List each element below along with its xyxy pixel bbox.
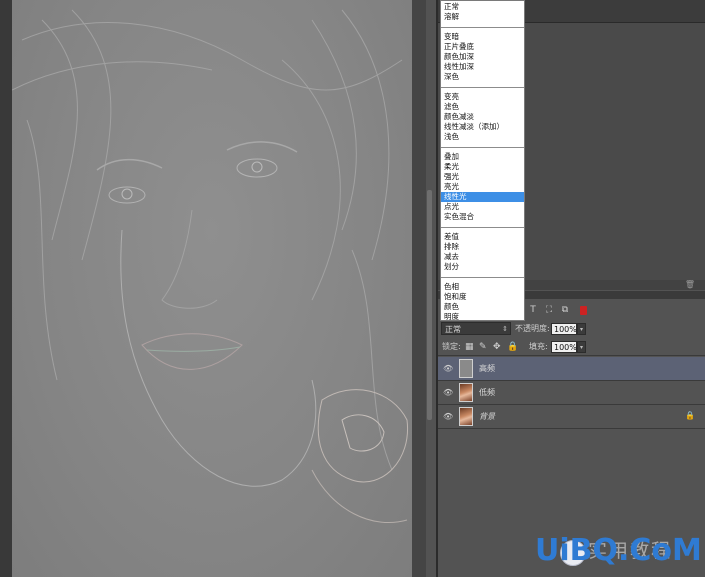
- layer-name: 低频: [479, 388, 495, 397]
- layer-row-low-freq[interactable]: 👁 低频: [438, 381, 705, 405]
- opacity-field[interactable]: 100%: [551, 323, 577, 335]
- menu-separator: [441, 147, 524, 148]
- menu-item[interactable]: 划分: [441, 262, 524, 272]
- menu-separator: [441, 227, 524, 228]
- trash-icon[interactable]: 🗑: [685, 280, 695, 289]
- menu-item[interactable]: 差值: [441, 232, 524, 242]
- canvas-scrollbar[interactable]: [427, 190, 432, 420]
- lock-row: 锁定: ▦ ✎ ✥ 🔒 填充: 100% ▾: [438, 339, 705, 356]
- move-icon[interactable]: ✥: [493, 341, 501, 353]
- layer-name: 背景: [479, 412, 495, 421]
- menu-item[interactable]: 排除: [441, 242, 524, 252]
- menu-item[interactable]: 深色: [441, 72, 524, 82]
- layer-row-high-freq[interactable]: 👁 高频: [438, 357, 705, 381]
- menu-item[interactable]: 浅色: [441, 132, 524, 142]
- menu-item-selected[interactable]: 线性光: [441, 192, 524, 202]
- menu-item[interactable]: 柔光: [441, 162, 524, 172]
- brush-icon[interactable]: ✎: [479, 341, 487, 353]
- shape-filter-icon[interactable]: ⛶: [544, 305, 554, 315]
- menu-item[interactable]: 正片叠底: [441, 42, 524, 52]
- layer-thumbnail: [459, 359, 473, 378]
- blend-mode-select[interactable]: 正常 ⇕: [441, 322, 511, 335]
- menu-item[interactable]: 叠加: [441, 152, 524, 162]
- blend-mode-value: 正常: [445, 325, 461, 334]
- blend-row: 正常 ⇕ 不透明度: 100% ▾: [438, 321, 705, 337]
- opacity-label: 不透明度:: [515, 324, 550, 333]
- fill-field[interactable]: 100%: [551, 341, 577, 353]
- high-pass-portrait: [12, 9, 409, 524]
- menu-item[interactable]: 色相: [441, 282, 524, 292]
- menu-item[interactable]: 颜色: [441, 302, 524, 312]
- menu-item[interactable]: 溶解: [441, 12, 524, 22]
- menu-item[interactable]: 正常: [441, 2, 524, 12]
- lock-icon: 🔒: [685, 411, 695, 420]
- layer-thumbnail: [459, 383, 473, 402]
- fill-label: 填充:: [529, 342, 548, 351]
- menu-item[interactable]: 颜色加深: [441, 52, 524, 62]
- type-filter-icon[interactable]: T: [528, 305, 538, 315]
- menu-item[interactable]: 强光: [441, 172, 524, 182]
- menu-item[interactable]: 滤色: [441, 102, 524, 112]
- watermark-brand: UiBQ.CoM: [535, 533, 702, 568]
- menu-item[interactable]: 线性减淡（添加）: [441, 122, 524, 132]
- menu-separator: [441, 27, 524, 28]
- menu-item[interactable]: 饱和度: [441, 292, 524, 302]
- eye-icon[interactable]: 👁: [443, 412, 453, 422]
- document-canvas[interactable]: [12, 0, 412, 577]
- fill-chevron-icon[interactable]: ▾: [577, 341, 586, 353]
- menu-item[interactable]: 减去: [441, 252, 524, 262]
- menu-item[interactable]: 颜色减淡: [441, 112, 524, 122]
- menu-item[interactable]: 变亮: [441, 92, 524, 102]
- eye-icon[interactable]: 👁: [443, 388, 453, 398]
- opacity-chevron-icon[interactable]: ▾: [577, 323, 586, 335]
- layer-row-background[interactable]: 👁 背景 🔒: [438, 405, 705, 429]
- menu-item[interactable]: 线性加深: [441, 62, 524, 72]
- lock-label: 锁定:: [442, 342, 461, 351]
- lock-transparent-icon[interactable]: ▦: [465, 341, 474, 353]
- menu-item[interactable]: 变暗: [441, 32, 524, 42]
- tool-strip: [0, 0, 12, 577]
- lock-all-icon[interactable]: 🔒: [507, 341, 518, 353]
- menu-item[interactable]: 点光: [441, 202, 524, 212]
- filter-toggle-icon[interactable]: [580, 306, 587, 315]
- menu-separator: [441, 87, 524, 88]
- menu-separator: [441, 277, 524, 278]
- layer-name: 高频: [479, 364, 495, 373]
- menu-item[interactable]: 实色混合: [441, 212, 524, 222]
- chevron-down-icon: ⇕: [502, 325, 508, 333]
- watermark: 实用教程 UiBQ.CoM: [535, 532, 702, 572]
- menu-item[interactable]: 明度: [441, 312, 524, 322]
- smart-object-filter-icon[interactable]: ⧉: [560, 305, 570, 315]
- blend-mode-menu: 正常 溶解 变暗 正片叠底 颜色加深 线性加深 深色 变亮 滤色 颜色减淡 线性…: [440, 0, 525, 321]
- menu-item[interactable]: 亮光: [441, 182, 524, 192]
- layer-thumbnail: [459, 407, 473, 426]
- canvas-gutter: [412, 0, 426, 577]
- eye-icon[interactable]: 👁: [443, 364, 453, 374]
